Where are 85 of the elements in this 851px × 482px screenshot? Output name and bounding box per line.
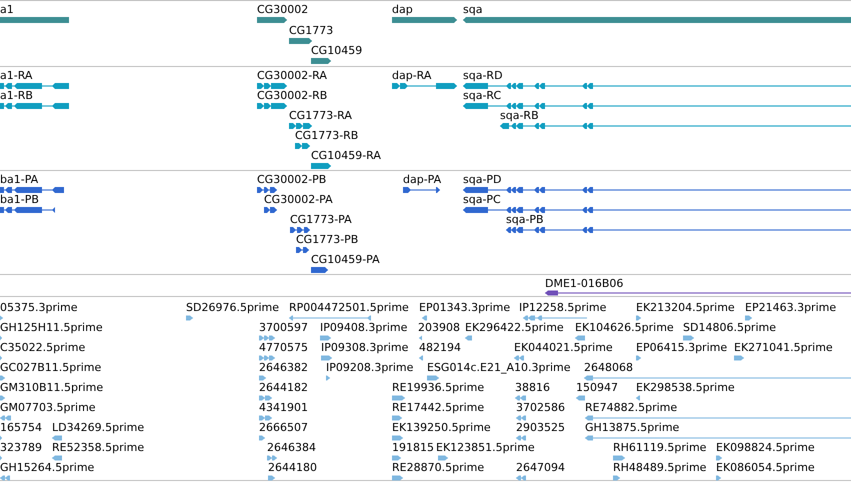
- feature-label: CG30002-PB: [257, 174, 326, 186]
- feature-label: IP09408.3prime: [320, 322, 408, 334]
- feature-label: CG30002-RB: [257, 90, 328, 102]
- feature-label: 203908: [418, 322, 460, 334]
- feature-label: GM310B11.5prime: [0, 382, 104, 394]
- feature-label: sqa-RD: [463, 70, 503, 82]
- feature-label: sqa-RC: [463, 90, 502, 102]
- feature-label: 38816: [515, 382, 550, 394]
- feature-label: 2646382: [259, 362, 308, 374]
- feature-label: CG30002: [257, 4, 308, 16]
- feature-label: 2644182: [259, 382, 308, 394]
- feature-label: RE52358.5prime: [52, 442, 144, 454]
- feature-label: C35022.5prime: [0, 342, 86, 354]
- feature-label: EK104626.5prime: [575, 322, 674, 334]
- feature-label: CG1773-PB: [296, 234, 358, 246]
- feature-label: 4770575: [259, 342, 308, 354]
- feature-label: RE17442.5prime: [392, 402, 484, 414]
- feature-label: EP01343.3prime: [419, 302, 510, 314]
- feature-label: 2646384: [267, 442, 316, 454]
- feature-label: CG1773-PA: [290, 214, 352, 226]
- feature-label: CG10459-PA: [311, 254, 380, 266]
- feature-label: CG10459-RA: [311, 150, 381, 162]
- feature-label: GH13875.5prime: [585, 422, 680, 434]
- feature-label: 2647094: [516, 462, 565, 474]
- feature-label: EK296422.5prime: [465, 322, 564, 334]
- feature-label: EK044021.5prime: [514, 342, 613, 354]
- feature-label: RH61119.5prime: [613, 442, 706, 454]
- feature-label: EK271041.5prime: [734, 342, 833, 354]
- feature-label: 323789: [0, 442, 42, 454]
- feature-label: 482194: [419, 342, 461, 354]
- feature-label: GC027B11.5prime: [0, 362, 102, 374]
- feature-label: SD14806.5prime: [683, 322, 776, 334]
- feature-label: RE74882.5prime: [585, 402, 678, 414]
- feature-label: sqa-PC: [463, 194, 501, 206]
- feature-label: DME1-016B06: [545, 278, 624, 290]
- feature-label: CG1773: [289, 24, 334, 36]
- feature-label: RP004472501.5prime: [289, 302, 409, 314]
- feature-label: EK123851.5prime: [436, 442, 535, 454]
- feature-label: CG30002-PA: [264, 194, 333, 206]
- feature-label: GH15264.5prime: [0, 462, 94, 474]
- feature-label: GH125H11.5prime: [0, 322, 103, 334]
- feature-label: ba1-PB: [0, 194, 39, 206]
- feature-label: RE28870.5prime: [392, 462, 484, 474]
- feature-label: ESG014c.E21_A10.3prime: [427, 362, 571, 374]
- feature-label: EK086054.5prime: [716, 462, 815, 474]
- feature-label: 3702586: [516, 402, 565, 414]
- feature-label: IP09208.3prime: [326, 362, 414, 374]
- feature-label: a1: [0, 4, 14, 16]
- feature-label: sqa: [463, 4, 482, 16]
- feature-label: 2666507: [259, 422, 308, 434]
- feature-label: EK139250.5prime: [392, 422, 491, 434]
- feature-label: 4341901: [259, 402, 308, 414]
- feature-label: 2648068: [584, 362, 633, 374]
- feature-label: ba1-PA: [0, 174, 38, 186]
- feature-label: 05375.3prime: [0, 302, 78, 314]
- feature-label: GM07703.5prime: [0, 402, 96, 414]
- feature-label: EK213204.5prime: [636, 302, 735, 314]
- feature-label: dap-RA: [392, 70, 432, 82]
- feature-label: CG1773-RA: [289, 110, 352, 122]
- feature-label: 2644180: [268, 462, 317, 474]
- feature-label: EP06415.3prime: [636, 342, 728, 354]
- feature-label: sqa-PB: [506, 214, 544, 226]
- feature-label: a1-RA: [0, 70, 32, 82]
- feature-label: EK098824.5prime: [716, 442, 815, 454]
- feature-label: 2903525: [516, 422, 565, 434]
- feature-label: CG1773-RB: [295, 130, 358, 142]
- feature-label: 165754: [0, 422, 42, 434]
- feature-label: SD26976.5prime: [186, 302, 279, 314]
- feature-label: a1-RB: [0, 90, 33, 102]
- feature-label: IP12258.5prime: [519, 302, 606, 314]
- feature-label: sqa-PD: [463, 174, 502, 186]
- feature-label: 3700597: [259, 322, 308, 334]
- feature-label: 150947: [576, 382, 618, 394]
- feature-label: CG10459: [311, 45, 362, 57]
- feature-label: 191815: [392, 442, 434, 454]
- feature-label: dap: [392, 4, 413, 16]
- feature-label: EP21463.3prime: [745, 302, 836, 314]
- feature-label: RE19936.5prime: [392, 382, 484, 394]
- feature-label: LD34269.5prime: [52, 422, 144, 434]
- feature-label: EK298538.5prime: [636, 382, 735, 394]
- feature-label: dap-PA: [403, 174, 442, 186]
- feature-label: IP09308.3prime: [321, 342, 408, 354]
- feature-label: RH48489.5prime: [613, 462, 706, 474]
- feature-label: CG30002-RA: [257, 70, 327, 82]
- feature-label: sqa-RB: [500, 110, 539, 122]
